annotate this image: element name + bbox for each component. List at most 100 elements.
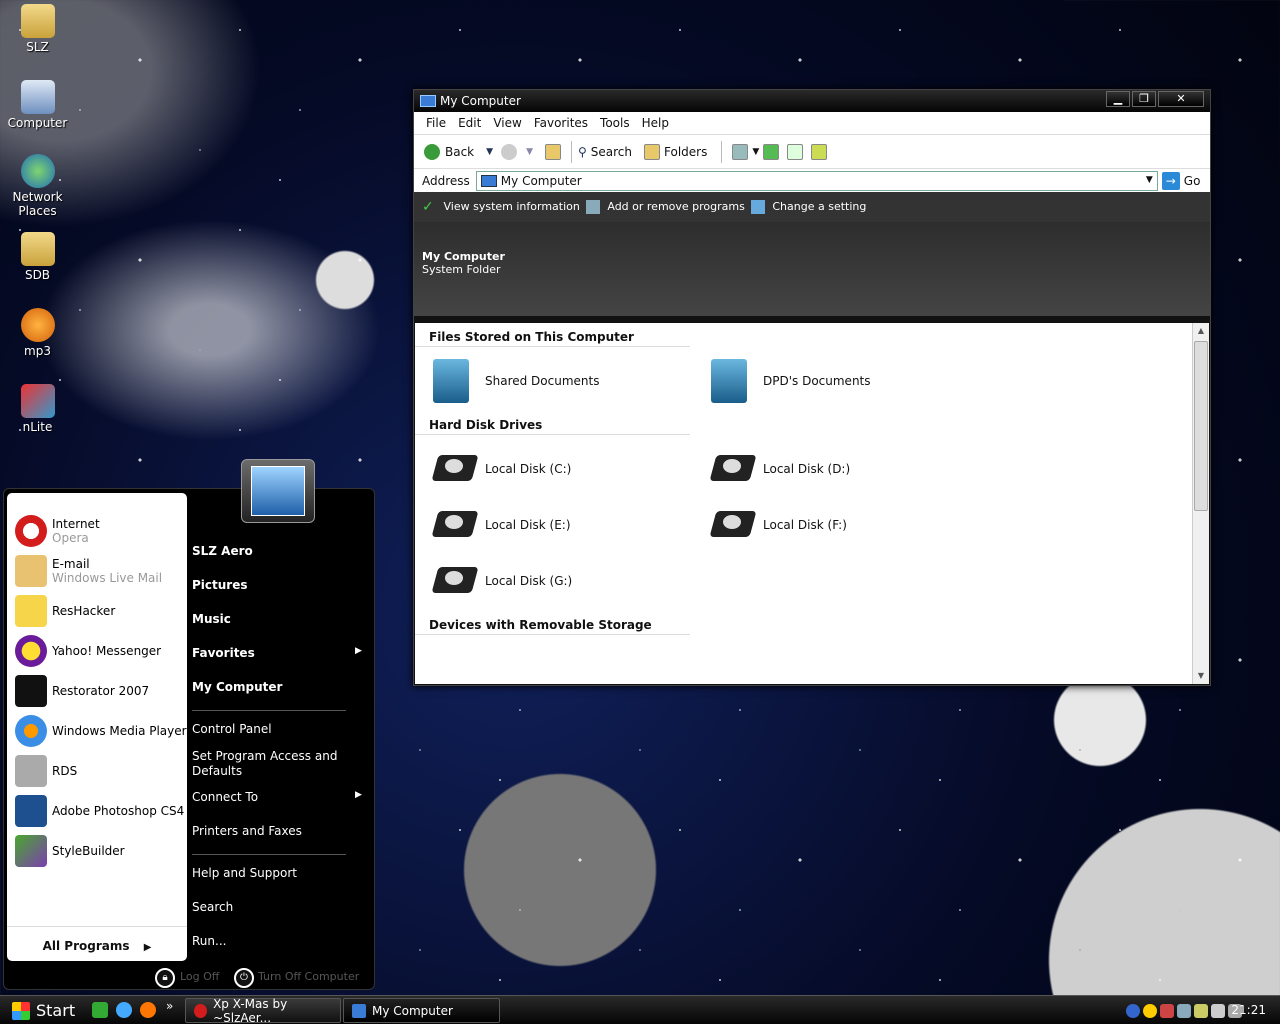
chevron-down-icon[interactable]: ▼ [752,147,759,157]
clock[interactable]: 21:21 [1231,1003,1266,1017]
scroll-down-icon[interactable]: ▼ [1193,668,1209,684]
windows-logo-icon [12,1001,30,1020]
disk-d[interactable]: Local Disk (D:) [693,451,971,487]
back-button[interactable]: Back ▼ [424,143,493,160]
link-help[interactable]: Help and Support [192,866,297,880]
link-music[interactable]: Music [192,612,231,626]
folders-button[interactable]: Folders [640,143,708,160]
address-input[interactable]: My Computer ▼ [475,170,1158,191]
chevron-down-icon[interactable]: ▼ [526,147,533,157]
program-rds[interactable]: RDS [7,751,187,791]
scroll-up-icon[interactable]: ▲ [1193,323,1209,339]
minimize-button[interactable]: ▁ [1106,91,1130,107]
address-label: Address [422,173,470,188]
log-off-button[interactable]: Log Off [180,970,219,983]
window-titlebar[interactable]: My Computer ▁ ❐ ✕ [414,90,1210,112]
link-run[interactable]: Run... [192,934,226,948]
link-program-access[interactable]: Set Program Access and Defaults [192,749,342,779]
quicklaunch-desktop-icon[interactable] [92,1002,108,1018]
program-subtitle: Opera [52,531,89,545]
disk-f[interactable]: Local Disk (F:) [693,507,971,543]
all-programs-button[interactable]: All Programs ▶ [7,926,187,953]
folder-shared-documents[interactable]: Shared Documents [415,359,693,403]
checkmark-icon: ✓ [422,199,434,215]
system-places: SLZ Aero Pictures Music Favorites ▶ My C… [192,489,374,969]
program-title: Adobe Photoshop CS4 [52,804,185,818]
computer-icon [20,80,55,114]
task-change-setting[interactable]: Change a setting [750,200,866,214]
scroll-thumb[interactable] [1194,341,1208,511]
program-reshacker[interactable]: ResHacker [7,591,187,631]
desktop-icon-nlite[interactable]: nLite [0,384,75,434]
folder-icon [433,359,469,403]
link-control-panel[interactable]: Control Panel [192,722,272,736]
program-photoshop[interactable]: Adobe Photoshop CS4 [7,791,187,831]
vertical-scrollbar[interactable]: ▲ ▼ [1192,323,1209,684]
desktop-icon-slz[interactable]: SLZ [0,4,75,54]
program-wmp[interactable]: Windows Media Player [7,711,187,751]
network-icon[interactable] [1177,1003,1191,1018]
program-restorator[interactable]: Restorator 2007 [7,671,187,711]
program-yahoo[interactable]: Yahoo! Messenger [7,631,187,671]
sync-icon[interactable] [763,143,780,160]
quicklaunch-more-button[interactable]: » [166,999,173,1013]
link-search[interactable]: Search [192,900,233,914]
forward-button[interactable]: ▼ [501,143,533,160]
link-pictures[interactable]: Pictures [192,578,248,592]
quicklaunch-ie-icon[interactable] [116,1002,132,1018]
disk-e[interactable]: Local Disk (E:) [415,507,693,543]
program-opera[interactable]: Internet Opera [7,511,187,551]
volume-icon[interactable] [1211,1003,1225,1018]
menu-tools[interactable]: Tools [594,116,636,130]
menu-help[interactable]: Help [636,116,675,130]
go-button[interactable]: → Go [1161,171,1201,190]
power-icon[interactable]: ⏻ [234,968,254,988]
program-stylebuilder[interactable]: StyleBuilder [7,831,187,871]
views-icon[interactable] [732,143,749,160]
disk-g[interactable]: Local Disk (G:) [415,563,693,599]
user-picture[interactable] [241,459,315,523]
close-button[interactable]: ✕ [1158,91,1204,107]
desktop-icon-sdb[interactable]: SDB [0,232,75,282]
item-label: DPD's Documents [763,374,871,388]
program-mail[interactable]: E-mail Windows Live Mail [7,551,187,591]
checkmark-icon[interactable] [787,143,804,160]
link-favorites[interactable]: Favorites ▶ [192,646,362,660]
menu-file[interactable]: File [420,116,452,130]
menu-edit[interactable]: Edit [452,116,487,130]
task-system-info[interactable]: ✓ View system information [422,200,580,214]
link-printers[interactable]: Printers and Faxes [192,824,302,838]
turn-off-button[interactable]: Turn Off Computer [258,970,359,983]
folders-label: Folders [664,144,708,159]
messenger-tray-icon[interactable] [1143,1003,1157,1018]
restore-button[interactable]: ❐ [1132,91,1156,107]
desktop-icon-network[interactable]: Network Places [0,154,75,218]
menu-favorites[interactable]: Favorites [528,116,594,130]
desktop-icon-computer[interactable]: Computer [0,80,75,130]
desktop-icon-label: mp3 [24,344,51,358]
quicklaunch-firefox-icon[interactable] [140,1002,156,1018]
chevron-down-icon[interactable]: ▼ [1146,175,1153,185]
search-button[interactable]: ⚲ Search [578,145,632,159]
start-button[interactable]: Start [0,996,80,1024]
disk-c[interactable]: Local Disk (C:) [415,451,693,487]
task-add-remove[interactable]: Add or remove programs [585,200,745,214]
link-slz-aero[interactable]: SLZ Aero [192,544,253,558]
tray-app-icon[interactable] [1160,1003,1174,1018]
taskbar-item-opera[interactable]: Xp X-Mas by ~SlzAer... [185,997,341,1024]
menu-view[interactable]: View [487,116,527,130]
chevron-down-icon[interactable]: ▼ [486,147,493,157]
lock-icon[interactable]: 🔒︎ [155,968,175,988]
up-folder-icon[interactable] [544,143,561,160]
taskbar-item-my-computer[interactable]: My Computer [343,998,500,1023]
tray-expand-icon[interactable] [1126,1003,1140,1018]
link-my-computer[interactable]: My Computer [192,680,282,694]
signal-icon[interactable] [1194,1003,1208,1018]
desktop-icon-mp3[interactable]: mp3 [0,308,75,358]
link-connect-to[interactable]: Connect To ▶ [192,790,362,804]
taskbar-item-label: My Computer [372,1003,453,1018]
task-label: View system information [443,200,580,213]
folder-dpd-documents[interactable]: DPD's Documents [693,359,971,403]
go-label: Go [1183,173,1201,188]
notepad-check-icon[interactable] [811,143,828,160]
